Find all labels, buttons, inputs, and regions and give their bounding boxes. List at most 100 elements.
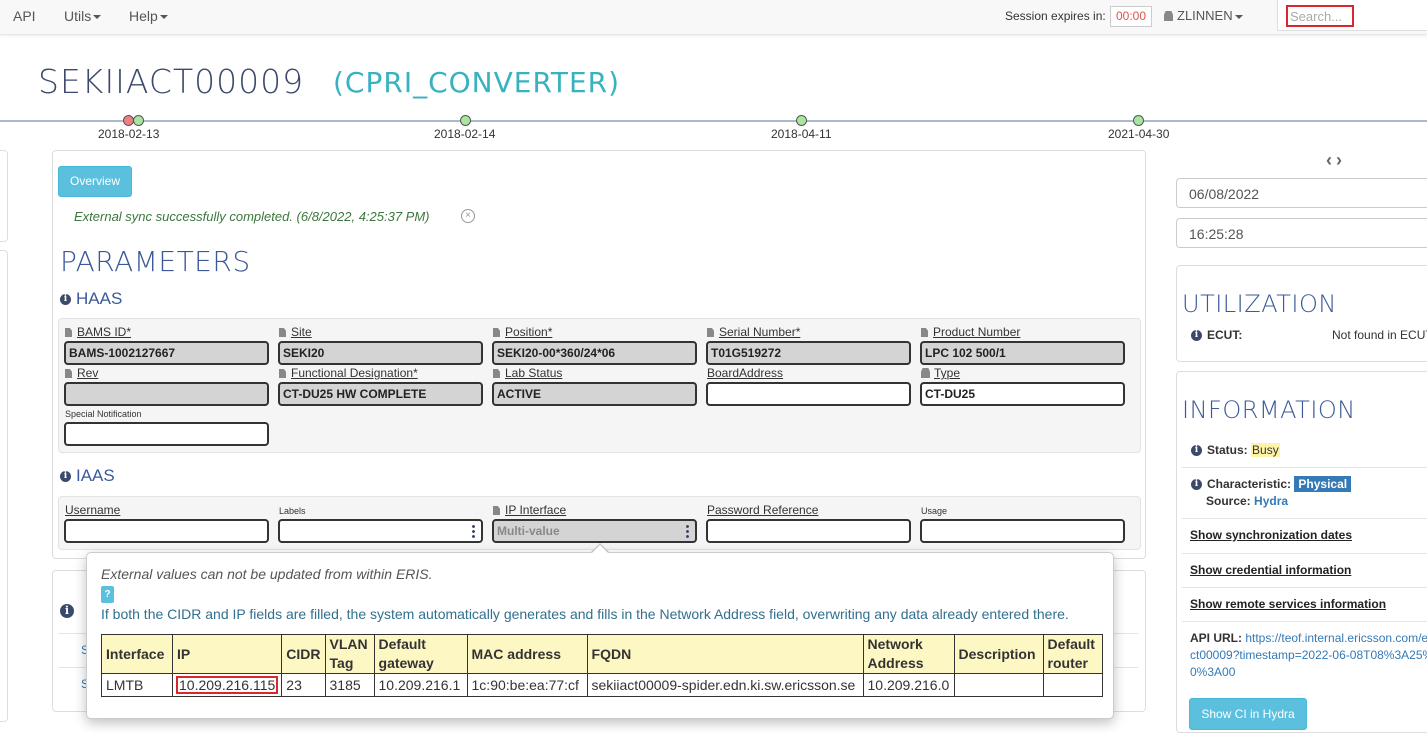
search-container bbox=[1277, 0, 1427, 31]
timeline-dot[interactable] bbox=[1133, 115, 1144, 126]
col-header-ip: IP bbox=[171, 634, 283, 674]
more-vertical-icon[interactable] bbox=[472, 524, 475, 538]
type-label: Type bbox=[934, 366, 961, 380]
pager-arrows: ‹› bbox=[1326, 150, 1346, 171]
information-heading: INFORMATION bbox=[1182, 396, 1356, 424]
product-number-label: Product Number bbox=[933, 325, 1021, 339]
help-icon[interactable]: ? bbox=[101, 586, 114, 603]
document-icon bbox=[279, 369, 286, 378]
document-icon bbox=[279, 328, 286, 337]
field-label: Type bbox=[921, 366, 960, 380]
cell-mac-address: 1c:90:be:ea:77:cf bbox=[466, 673, 588, 697]
field-label: Functional Designation* bbox=[279, 366, 418, 380]
ci-type-label: (CPRI_CONVERTER) bbox=[333, 66, 621, 99]
col-header-default-router: Default router bbox=[1042, 634, 1103, 674]
info-icon: i bbox=[60, 294, 71, 306]
functional-designation-label: Functional Designation* bbox=[291, 366, 418, 380]
api-url-label: API URL: bbox=[1190, 631, 1242, 645]
page-title: SEKIIACT00009 bbox=[38, 62, 305, 101]
product-number-field[interactable]: LPC 102 500/1 bbox=[920, 341, 1125, 365]
bams-id-field[interactable]: BAMS-1002127667 bbox=[64, 341, 269, 365]
timeline-dot[interactable] bbox=[133, 115, 144, 126]
info-icon: i bbox=[1191, 330, 1202, 342]
special-notification-label: Special Notification bbox=[65, 409, 142, 419]
status-label: Status: bbox=[1207, 443, 1248, 457]
user-menu[interactable]: ZLINNEN bbox=[1164, 8, 1243, 23]
date-field[interactable]: 06/08/2022 bbox=[1176, 178, 1427, 208]
field-label: Position* bbox=[493, 325, 552, 339]
field-label: Serial Number* bbox=[707, 325, 800, 339]
lab-status-field[interactable]: ACTIVE bbox=[492, 382, 697, 406]
position-field[interactable]: SEKI20-00*360/24*06 bbox=[492, 341, 697, 365]
field-label: BAMS ID* bbox=[65, 325, 131, 339]
timeline-dot[interactable] bbox=[796, 115, 807, 126]
nav-api[interactable]: API bbox=[13, 8, 36, 24]
cell-default-router bbox=[1042, 673, 1103, 697]
time-field[interactable]: 16:25:28 bbox=[1176, 218, 1427, 248]
type-field[interactable]: CT-DU25 bbox=[920, 382, 1125, 406]
popover-description: If both the CIDR and IP fields are fille… bbox=[101, 606, 1069, 622]
ip-interface-label: IP Interface bbox=[505, 503, 567, 517]
api-url-link[interactable]: https://teof.internal.ericsson.com/e bbox=[1245, 631, 1427, 645]
overview-tab-button[interactable]: Overview bbox=[58, 166, 132, 197]
nav-utils-menu[interactable]: Utils bbox=[64, 8, 102, 24]
iaas-heading-label: IAAS bbox=[76, 466, 115, 485]
col-header-description: Description bbox=[953, 634, 1044, 674]
usage-field[interactable] bbox=[920, 519, 1125, 543]
left-edge-panel bbox=[0, 150, 8, 242]
chevron-right-icon[interactable]: › bbox=[1336, 150, 1346, 170]
divider bbox=[1182, 553, 1427, 554]
col-header-fqdn: FQDN bbox=[586, 634, 864, 674]
functional-designation-field[interactable]: CT-DU25 HW COMPLETE bbox=[278, 382, 483, 406]
cell-fqdn: sekiiact00009-spider.edn.ki.sw.ericsson.… bbox=[586, 673, 864, 697]
password-reference-label: Password Reference bbox=[707, 503, 819, 517]
col-header-network-address: Network Address bbox=[862, 634, 955, 674]
divider bbox=[1182, 518, 1427, 519]
divider bbox=[1182, 587, 1427, 588]
chevron-left-icon[interactable]: ‹ bbox=[1326, 150, 1336, 170]
password-reference-field[interactable] bbox=[706, 519, 911, 543]
ip-interface-field[interactable]: Multi-value bbox=[492, 519, 697, 543]
site-field[interactable]: SEKI20 bbox=[278, 341, 483, 365]
serial-number-label: Serial Number* bbox=[719, 325, 801, 339]
timeline-dot[interactable] bbox=[460, 115, 471, 126]
username-field[interactable] bbox=[64, 519, 269, 543]
more-vertical-icon[interactable] bbox=[686, 524, 689, 538]
api-url-row: API URL: https://teof.internal.ericsson.… bbox=[1190, 631, 1427, 645]
rev-field[interactable] bbox=[64, 382, 269, 406]
special-notification-field[interactable] bbox=[64, 422, 269, 446]
divider bbox=[1182, 621, 1427, 622]
ecut-row: i ECUT: bbox=[1191, 328, 1242, 342]
serial-number-field[interactable]: T01G519272 bbox=[706, 341, 911, 365]
session-label: Session expires in: bbox=[1005, 9, 1106, 23]
divider bbox=[1182, 467, 1427, 468]
document-icon bbox=[707, 328, 714, 337]
api-url-link-cont[interactable]: ct00009?timestamp=2022-06-08T08%3A25% bbox=[1190, 648, 1427, 662]
ecut-label: ECUT: bbox=[1207, 328, 1243, 342]
field-label: Site bbox=[279, 325, 312, 339]
show-credential-info-link[interactable]: Show credential information bbox=[1190, 563, 1351, 577]
network-interface-table: Interface IP CIDR VLAN Tag Default gatew… bbox=[101, 634, 1103, 697]
haas-heading: i HAAS bbox=[60, 289, 122, 309]
ip-value-highlighted: 10.209.216.115 bbox=[175, 676, 279, 694]
col-header-default-gateway: Default gateway bbox=[373, 634, 468, 674]
user-icon bbox=[1164, 11, 1173, 21]
show-remote-services-link[interactable]: Show remote services information bbox=[1190, 597, 1386, 611]
nav-help-menu[interactable]: Help bbox=[129, 8, 168, 24]
info-icon: i bbox=[1191, 479, 1202, 491]
document-icon bbox=[493, 506, 500, 515]
api-url-link-cont[interactable]: 0%3A00 bbox=[1190, 665, 1235, 679]
labels-field[interactable] bbox=[278, 519, 483, 543]
show-sync-dates-link[interactable]: Show synchronization dates bbox=[1190, 528, 1352, 542]
document-icon bbox=[493, 328, 500, 337]
close-icon[interactable]: × bbox=[461, 209, 475, 223]
search-input[interactable] bbox=[1286, 5, 1354, 27]
document-icon bbox=[493, 369, 500, 378]
timeline-line bbox=[0, 120, 1427, 122]
board-address-field[interactable] bbox=[706, 382, 911, 406]
iaas-heading: i IAAS bbox=[60, 466, 115, 486]
session-timer: 00:00 bbox=[1110, 6, 1152, 27]
show-ci-in-hydra-button[interactable]: Show CI in Hydra bbox=[1189, 698, 1307, 730]
cell-interface: LMTB bbox=[101, 673, 173, 697]
info-icon: i bbox=[1191, 445, 1202, 457]
